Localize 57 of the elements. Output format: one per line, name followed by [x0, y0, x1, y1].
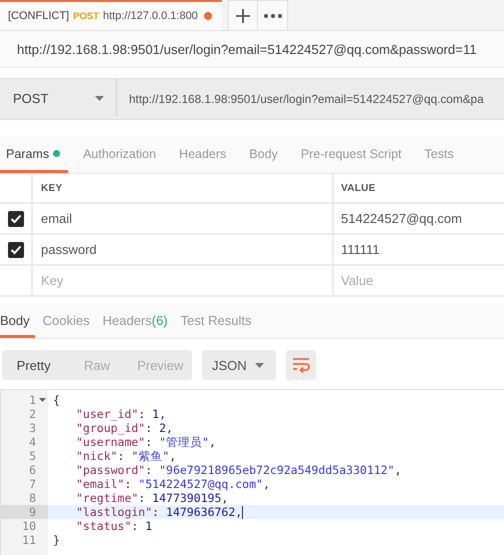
- line-number: 5: [29, 449, 36, 463]
- param-key: password: [41, 242, 97, 257]
- request-tab-item[interactable]: Tests: [418, 137, 462, 173]
- code-line: "group_id": 2,: [76, 421, 173, 435]
- key-input[interactable]: Key: [41, 273, 161, 288]
- view-mode-button[interactable]: Raw: [65, 350, 129, 380]
- checkbox[interactable]: [8, 210, 24, 226]
- wrap-button[interactable]: [286, 350, 316, 380]
- line-number: 8: [29, 491, 36, 505]
- more-icon: [264, 14, 282, 18]
- code-line: "user_id": 1,: [76, 407, 166, 421]
- code-line: "password": "96e79218965eb72c92a549dd5a330112",: [76, 463, 402, 477]
- line-number: 9: [29, 505, 36, 519]
- code-line: "regtime": 1477390195,: [76, 491, 228, 505]
- line-number: 11: [22, 533, 36, 547]
- line-number: 4: [29, 435, 36, 449]
- caret-icon: [255, 362, 264, 368]
- param-key: email: [41, 211, 72, 226]
- plus-icon: [236, 8, 250, 22]
- line-number: 3: [29, 421, 36, 435]
- code-line: "username": "管理员",: [76, 435, 216, 449]
- param-value: 111111: [341, 242, 380, 257]
- response-tab[interactable]: Headers(6): [102, 305, 173, 338]
- response-tab[interactable]: Body: [0, 305, 35, 338]
- code-line: }: [53, 533, 60, 547]
- code-line: "nick": "紫鱼",: [76, 449, 176, 463]
- line-number: 1: [29, 393, 36, 407]
- response-tab[interactable]: Cookies: [42, 305, 95, 338]
- text-cursor: [242, 506, 244, 518]
- caret-icon: [95, 96, 104, 100]
- column-header: KEY: [41, 182, 62, 194]
- request-tab-item[interactable]: Authorization: [77, 137, 164, 173]
- request-tab-item[interactable]: Params: [0, 137, 68, 173]
- column-header: VALUE: [341, 182, 376, 194]
- request-tab-item[interactable]: Headers: [173, 137, 234, 173]
- response-tab[interactable]: Test Results: [180, 305, 256, 338]
- request-tab-item[interactable]: Pre-request Script: [294, 137, 410, 173]
- line-number: 2: [29, 407, 36, 421]
- code-line: "lastlogin": 1479636762,: [76, 505, 242, 519]
- fold-caret-icon[interactable]: [39, 398, 46, 402]
- request-tab-item[interactable]: Body: [243, 137, 286, 173]
- url-field[interactable]: http://192.168.1.98:9501/user/login?email=514224527@qq.com&pa: [117, 79, 504, 119]
- format-dropdown[interactable]: JSON: [202, 350, 276, 380]
- code-line: "status": 1: [76, 519, 152, 533]
- code-line: {: [53, 393, 60, 407]
- line-number: 7: [29, 477, 36, 491]
- wrap-icon: [292, 357, 310, 373]
- line-number: 6: [29, 463, 36, 477]
- line-number: 10: [22, 519, 36, 533]
- view-mode-button[interactable]: Preview: [128, 350, 192, 380]
- param-value: 514224527@qq.com: [341, 211, 462, 226]
- value-input[interactable]: Value: [341, 273, 461, 288]
- request-title: http://192.168.1.98:9501/user/login?email=514224527@qq.com&password=11: [17, 42, 477, 56]
- code-line: "email": "514224527@qq.com",: [76, 477, 270, 491]
- request-tab[interactable]: [CONFLICT] POST http://127.0.0.1:800: [0, 0, 222, 30]
- view-mode-button[interactable]: Pretty: [2, 350, 66, 380]
- checkbox[interactable]: [8, 242, 24, 258]
